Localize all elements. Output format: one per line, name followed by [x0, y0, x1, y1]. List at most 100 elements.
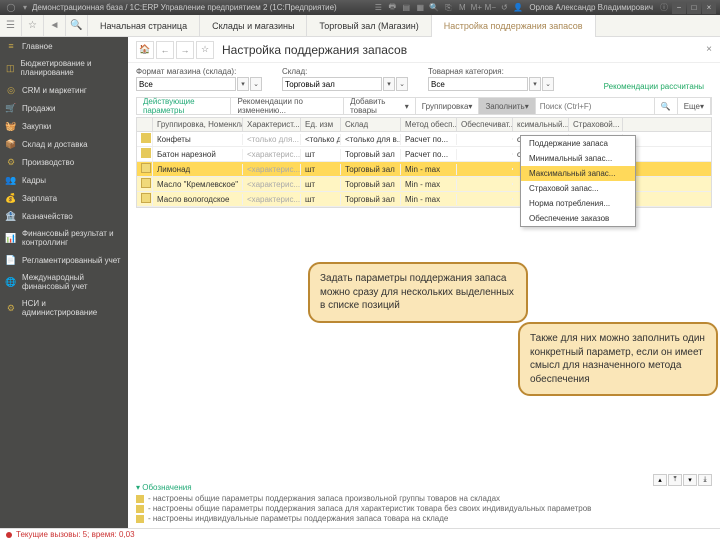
- user-icon[interactable]: 👤: [512, 2, 524, 14]
- calendar-icon[interactable]: ▦: [414, 2, 426, 14]
- dropdown-item-max[interactable]: Максимальный запас...: [521, 166, 635, 181]
- window-titlebar: ◯ ▾ Демонстрационная база / 1С:ERP Управ…: [0, 0, 720, 15]
- sidebar-item-hr[interactable]: 👥Кадры: [0, 171, 128, 189]
- globe-icon: 🌐: [6, 277, 16, 287]
- recommendations-link[interactable]: Рекомендации рассчитаны: [604, 82, 704, 91]
- search-tabs-icon[interactable]: 🔍: [66, 15, 88, 37]
- nav-back-button[interactable]: ←: [156, 41, 174, 59]
- tab-start[interactable]: Начальная страница: [88, 15, 200, 37]
- sklad-select[interactable]: [282, 77, 382, 91]
- m-icon[interactable]: M: [456, 2, 468, 14]
- dropdown-item-maintain[interactable]: Поддержание запаса: [521, 136, 635, 151]
- active-params-button[interactable]: Действующие параметры: [137, 98, 231, 114]
- info-icon[interactable]: ⓘ: [658, 2, 670, 14]
- dropdown-item-min[interactable]: Минимальный запас...: [521, 151, 635, 166]
- sidebar-item-salary[interactable]: 💰Зарплата: [0, 189, 128, 207]
- cat-clear-button[interactable]: ▾: [529, 77, 541, 91]
- cell-sklad: Торговый зал: [341, 179, 401, 190]
- history-icon[interactable]: ↺: [498, 2, 510, 14]
- maximize-button[interactable]: □: [687, 2, 701, 14]
- col-provide[interactable]: Обеспечиват...: [457, 118, 513, 131]
- m-minus-icon[interactable]: M−: [484, 2, 496, 14]
- dropdown-item-safety[interactable]: Страховой запас...: [521, 181, 635, 196]
- more-button[interactable]: Еще ▾: [678, 98, 711, 114]
- sidebar-item-regaccount[interactable]: 📄Регламентированный учет: [0, 251, 128, 269]
- sidebar-item-warehouse[interactable]: 📦Склад и доставка: [0, 135, 128, 153]
- sklad-clear-button[interactable]: ▾: [383, 77, 395, 91]
- sidebar-item-budgeting[interactable]: ◫Бюджетирование и планирование: [0, 55, 128, 81]
- menu-burger-icon[interactable]: ☰: [0, 15, 22, 37]
- tab-stock-settings[interactable]: Настройка поддержания запасов: [432, 15, 596, 37]
- link-icon[interactable]: ⎘: [442, 2, 454, 14]
- nav-home-button[interactable]: 🏠: [136, 41, 154, 59]
- dropdown-item-norm[interactable]: Норма потребления...: [521, 196, 635, 211]
- fill-dropdown: Поддержание запаса Минимальный запас... …: [520, 135, 636, 227]
- cat-select[interactable]: [428, 77, 528, 91]
- cat-open-button[interactable]: ⌄: [542, 77, 554, 91]
- sidebar-item-finresult[interactable]: 📊Финансовый результат и контроллинг: [0, 225, 128, 251]
- sidebar-item-ifrs[interactable]: 🌐Международный финансовый учет: [0, 269, 128, 295]
- sidebar-item-crm[interactable]: ◎CRM и маркетинг: [0, 81, 128, 99]
- report-icon: 📊: [6, 233, 16, 243]
- folder-icon: [136, 505, 144, 513]
- nav-fav-button[interactable]: ☆: [196, 41, 214, 59]
- sidebar-item-sales[interactable]: 🛒Продажи: [0, 99, 128, 117]
- filter-bar: Формат магазина (склада): ▾ ⌄ Склад: ▾ ⌄…: [128, 63, 720, 95]
- doc-icon: 📄: [6, 255, 16, 265]
- sidebar-item-production[interactable]: ⚙Производство: [0, 153, 128, 171]
- close-page-button[interactable]: ×: [706, 44, 712, 55]
- m-plus-icon[interactable]: M+: [470, 2, 482, 14]
- sidebar-item-treasury[interactable]: 🏦Казначейство: [0, 207, 128, 225]
- col-method[interactable]: Метод обесп...: [401, 118, 457, 131]
- cell-name: Масло вологодское: [153, 194, 243, 205]
- page-title: Настройка поддержания запасов: [222, 43, 407, 57]
- grouping-button[interactable]: Группировка ▾: [416, 98, 480, 114]
- fill-button[interactable]: Заполнить ▾: [479, 98, 535, 114]
- cell-unit: шт: [301, 179, 341, 190]
- main-sidebar: ≡Главное ◫Бюджетирование и планирование …: [0, 37, 128, 528]
- format-open-button[interactable]: ⌄: [250, 77, 262, 91]
- col-sklad[interactable]: Склад: [341, 118, 401, 131]
- bank-icon: 🏦: [6, 211, 16, 221]
- nav-fwd-button[interactable]: →: [176, 41, 194, 59]
- format-clear-button[interactable]: ▾: [237, 77, 249, 91]
- status-text: Текущие вызовы: 5; время: 0,03: [16, 530, 135, 539]
- grid-search-input[interactable]: [536, 98, 655, 114]
- format-select[interactable]: [136, 77, 236, 91]
- col-max[interactable]: ксимальный...: [513, 118, 569, 131]
- basket-icon: 🧺: [6, 121, 16, 131]
- calc-icon[interactable]: ▤: [400, 2, 412, 14]
- cell-sklad: <только для в...: [341, 134, 401, 145]
- close-window-button[interactable]: ×: [702, 2, 716, 14]
- sidebar-item-main[interactable]: ≡Главное: [0, 37, 128, 55]
- tab-trade-hall[interactable]: Торговый зал (Магазин): [307, 15, 431, 37]
- col-unit[interactable]: Ед. изм: [301, 118, 341, 131]
- add-goods-button[interactable]: Добавить товары ▾: [344, 98, 416, 114]
- col-safety[interactable]: Страховой...: [569, 118, 623, 131]
- cell-name: Конфеты: [153, 134, 243, 145]
- col-icon[interactable]: [137, 118, 153, 131]
- search-icon[interactable]: 🔍: [428, 2, 440, 14]
- cell-provide: [457, 168, 513, 170]
- dropdown-item-orders[interactable]: Обеспечение заказов: [521, 211, 635, 226]
- nav-left-icon[interactable]: ◄: [44, 15, 66, 37]
- sidebar-item-nsi[interactable]: ⚙НСИ и администрирование: [0, 295, 128, 321]
- print-icon[interactable]: 🖶: [386, 2, 398, 14]
- legend: ▾ Обозначения - настроены общие параметр…: [136, 483, 712, 524]
- recommendations-button[interactable]: Рекомендации по изменению...: [231, 98, 344, 114]
- search-go-button[interactable]: 🔍: [655, 98, 678, 114]
- user-name: Орлов Александр Владимирович: [529, 3, 653, 12]
- callout-multi-select: Задать параметры поддержания запаса можн…: [308, 262, 528, 323]
- col-name[interactable]: Группировка, Номенклат...: [153, 118, 243, 131]
- sidebar-item-purchasing[interactable]: 🧺Закупки: [0, 117, 128, 135]
- star-icon[interactable]: ☆: [22, 15, 44, 37]
- minimize-button[interactable]: −: [672, 2, 686, 14]
- cell-provide: [457, 198, 513, 200]
- sklad-open-button[interactable]: ⌄: [396, 77, 408, 91]
- status-dot-icon: [6, 532, 12, 538]
- tool-icon[interactable]: ☰: [372, 2, 384, 14]
- col-char[interactable]: Характерист...: [243, 118, 301, 131]
- dropdown-icon[interactable]: ▾: [19, 2, 31, 14]
- tab-warehouses[interactable]: Склады и магазины: [200, 15, 307, 37]
- legend-title[interactable]: ▾ Обозначения: [136, 483, 712, 492]
